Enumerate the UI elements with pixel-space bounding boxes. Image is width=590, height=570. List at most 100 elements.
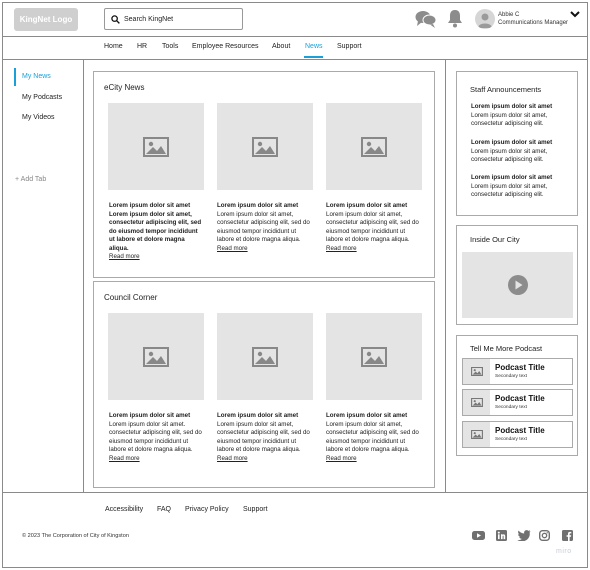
copyright-text: © 2023 The Corporation of City of Kingst… <box>22 533 129 539</box>
image-placeholder-icon <box>463 390 490 415</box>
add-tab-button[interactable]: + Add Tab <box>15 176 46 183</box>
image-placeholder-icon <box>463 422 490 447</box>
announcement-item[interactable]: Lorem ipsum dolor sit amet Lorem ipsum d… <box>471 103 571 129</box>
right-column-divider <box>445 60 446 492</box>
announcement-headline: Lorem ipsum dolor sit amet <box>471 174 553 181</box>
article-text: Lorem ipsum dolor sit amet Lorem ipsum d… <box>217 412 313 463</box>
box-title: Tell Me More Podcast <box>470 344 543 353</box>
image-placeholder-icon[interactable] <box>326 103 422 190</box>
read-more-link[interactable]: Read more <box>217 455 313 464</box>
image-placeholder-icon[interactable] <box>108 103 204 190</box>
card-title: Council Corner <box>104 293 158 302</box>
read-more-link[interactable]: Read more <box>217 245 313 254</box>
card-title: eCity News <box>104 83 145 92</box>
article-headline: Lorem ipsum dolor sit amet <box>217 202 299 209</box>
podcast-secondary-text: Secondary text <box>495 374 527 379</box>
nav-news[interactable]: News <box>305 43 323 50</box>
avatar[interactable] <box>475 9 495 29</box>
article-text: Lorem ipsum dolor sit amet Lorem ipsum d… <box>109 412 205 463</box>
podcast-title: Podcast Title <box>495 363 545 372</box>
header-divider <box>2 36 588 37</box>
article-headline: Lorem ipsum dolor sit amet <box>326 202 408 209</box>
sidebar-item-my-podcasts[interactable]: My Podcasts <box>22 94 62 101</box>
article-headline: Lorem ipsum dolor sit amet <box>326 412 408 419</box>
user-role: Communications Manager <box>498 20 569 26</box>
announcement-item[interactable]: Lorem ipsum dolor sit amet Lorem ipsum d… <box>471 174 571 200</box>
read-more-link[interactable]: Read more <box>109 253 205 262</box>
chevron-down-icon[interactable] <box>570 11 580 20</box>
podcast-title: Podcast Title <box>495 426 545 435</box>
nav-employee-resources[interactable]: Employee Resources <box>192 43 259 50</box>
read-more-link[interactable]: Read more <box>326 245 422 254</box>
podcast-secondary-text: Secondary text <box>495 437 527 442</box>
inside-our-city-box: Inside Our City <box>456 225 578 325</box>
read-more-link[interactable]: Read more <box>109 455 205 464</box>
nav-home[interactable]: Home <box>104 43 123 50</box>
image-placeholder-icon[interactable] <box>326 313 422 400</box>
article-body: Lorem ipsum dolor sit amet, consectetur … <box>217 210 310 244</box>
article-body: Lorem ipsum dolor sit amet, consectetur … <box>217 420 310 454</box>
article-text: Lorem ipsum dolor sit amet Lorem ipsum d… <box>326 412 422 463</box>
podcast-title: Podcast Title <box>495 394 545 403</box>
twitter-icon[interactable] <box>517 530 531 543</box>
council-corner-card: Council Corner Lorem ipsum dolor sit ame… <box>93 281 435 488</box>
announcement-body: Lorem ipsum dolor sit amet, consectetur … <box>471 111 548 128</box>
chat-icon[interactable] <box>415 9 437 29</box>
announcement-item[interactable]: Lorem ipsum dolor sit amet Lorem ipsum d… <box>471 139 571 165</box>
article-headline: Lorem ipsum dolor sit amet Lorem ipsum d… <box>109 202 202 252</box>
nav-hr[interactable]: HR <box>137 43 147 50</box>
sidebar-divider <box>83 60 84 492</box>
nav-divider <box>2 59 588 60</box>
image-placeholder-icon[interactable] <box>217 313 313 400</box>
nav-tools[interactable]: Tools <box>162 43 178 50</box>
podcast-box: Tell Me More Podcast Podcast Title Secon… <box>456 335 578 456</box>
video-player[interactable] <box>462 252 573 318</box>
podcast-item[interactable]: Podcast Title Secondary text <box>462 421 573 448</box>
footer-link-faq[interactable]: FAQ <box>157 506 171 513</box>
box-title: Inside Our City <box>470 235 520 244</box>
sidebar-active-indicator <box>14 68 16 86</box>
search-icon <box>111 14 120 24</box>
nav-support[interactable]: Support <box>337 43 362 50</box>
podcast-item[interactable]: Podcast Title Secondary text <box>462 358 573 385</box>
image-placeholder-icon[interactable] <box>217 103 313 190</box>
search-placeholder: Search KingNet <box>124 15 174 23</box>
youtube-icon[interactable] <box>472 530 485 543</box>
facebook-icon[interactable] <box>562 530 573 543</box>
footer-link-privacy-policy[interactable]: Privacy Policy <box>185 506 229 513</box>
staff-announcements-box: Staff Announcements Lorem ipsum dolor si… <box>456 71 578 216</box>
image-placeholder-icon <box>463 359 490 384</box>
linkedin-icon[interactable] <box>496 530 507 543</box>
sidebar-item-my-news[interactable]: My News <box>22 73 51 80</box>
announcement-body: Lorem ipsum dolor sit amet, consectetur … <box>471 182 548 199</box>
nav-about[interactable]: About <box>272 43 290 50</box>
image-placeholder-icon[interactable] <box>108 313 204 400</box>
nav-active-indicator <box>304 56 323 58</box>
announcement-headline: Lorem ipsum dolor sit amet <box>471 103 553 110</box>
footer-link-accessibility[interactable]: Accessibility <box>105 506 143 513</box>
announcement-headline: Lorem ipsum dolor sit amet <box>471 139 553 146</box>
box-title: Staff Announcements <box>470 85 542 94</box>
article-body: Lorem ipsum dolor sit amet. consectetur … <box>109 420 202 454</box>
bell-icon[interactable] <box>447 9 463 28</box>
miro-watermark: miro <box>556 548 572 555</box>
read-more-link[interactable]: Read more <box>326 455 422 464</box>
site-logo[interactable]: KingNet Logo <box>14 8 78 31</box>
podcast-item[interactable]: Podcast Title Secondary text <box>462 389 573 416</box>
article-text: Lorem ipsum dolor sit amet Lorem ipsum d… <box>217 202 313 253</box>
ecity-news-card: eCity News Lorem ipsum dolor sit amet Lo… <box>93 71 435 278</box>
search-input[interactable]: Search KingNet <box>104 8 243 30</box>
article-text: Lorem ipsum dolor sit amet Lorem ipsum d… <box>326 202 422 253</box>
footer-link-support[interactable]: Support <box>243 506 268 513</box>
sidebar-item-my-videos[interactable]: My Videos <box>22 114 55 121</box>
user-icon <box>478 13 492 28</box>
article-headline: Lorem ipsum dolor sit amet <box>109 412 191 419</box>
user-name: Abbie C <box>498 12 520 18</box>
podcast-secondary-text: Secondary text <box>495 405 527 410</box>
article-headline: Lorem ipsum dolor sit amet <box>217 412 299 419</box>
footer-divider <box>2 492 588 493</box>
play-icon[interactable] <box>507 274 529 296</box>
instagram-icon[interactable] <box>538 529 551 543</box>
announcement-body: Lorem ipsum dolor sit amet, consectetur … <box>471 147 548 164</box>
article-body: Lorem ipsum dolor sit amet, consectetur … <box>326 210 419 244</box>
